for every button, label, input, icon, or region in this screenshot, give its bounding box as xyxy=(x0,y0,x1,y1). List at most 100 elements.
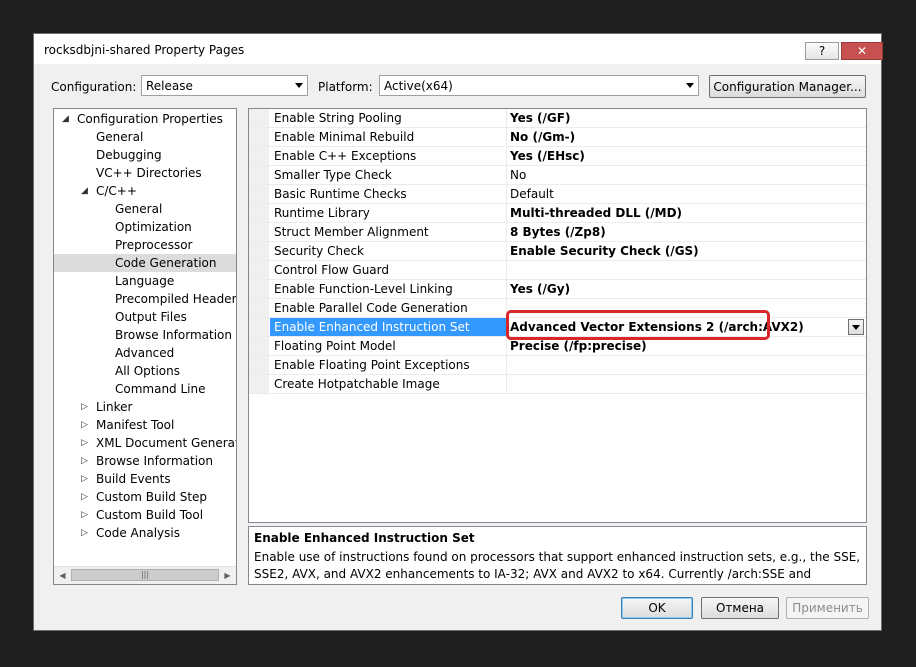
row-gutter xyxy=(249,223,269,241)
tree-item-label: C/C++ xyxy=(96,184,137,198)
property-row[interactable]: Enable Floating Point Exceptions xyxy=(249,356,866,375)
tree-item[interactable]: ◢ C/C++ xyxy=(54,182,236,200)
tree-item-label: Optimization xyxy=(115,220,192,234)
column-divider xyxy=(506,375,507,393)
collapsed-arrow-icon[interactable]: ▷ xyxy=(81,398,91,416)
property-value: Default xyxy=(510,187,554,201)
scroll-thumb[interactable]: ||| xyxy=(71,569,219,581)
tree-item[interactable]: General xyxy=(54,128,236,146)
help-button[interactable]: ? xyxy=(805,42,839,60)
tree-item[interactable]: Output Files xyxy=(54,308,236,326)
tree-item[interactable]: Code Generation xyxy=(54,254,236,272)
scroll-left-icon[interactable]: ◀ xyxy=(54,567,71,584)
property-value: Enable Security Check (/GS) xyxy=(510,244,699,258)
collapsed-arrow-icon[interactable]: ▷ xyxy=(81,488,91,506)
tree-item[interactable]: Language xyxy=(54,272,236,290)
title-bar[interactable]: rocksdbjni-shared Property Pages ? ✕ xyxy=(34,34,883,64)
property-name: Create Hotpatchable Image xyxy=(274,377,440,391)
tree-item-label: XML Document Generator xyxy=(96,436,237,450)
collapsed-arrow-icon[interactable]: ▷ xyxy=(81,434,91,452)
column-divider xyxy=(506,204,507,222)
apply-button[interactable]: Применить xyxy=(786,597,869,619)
category-tree[interactable]: ◢ Configuration Properties General Debuggin… xyxy=(53,108,237,585)
column-divider xyxy=(506,109,507,127)
collapsed-arrow-icon[interactable]: ▷ xyxy=(81,470,91,488)
row-gutter xyxy=(249,261,269,279)
tree-item[interactable]: ▷ Linker xyxy=(54,398,236,416)
tree-item[interactable]: Advanced xyxy=(54,344,236,362)
collapsed-arrow-icon[interactable]: ▷ xyxy=(81,506,91,524)
property-value: No (/Gm-) xyxy=(510,130,576,144)
property-row[interactable]: Runtime Library Multi-threaded DLL (/MD) xyxy=(249,204,866,223)
row-gutter xyxy=(249,147,269,165)
tree-item[interactable]: Optimization xyxy=(54,218,236,236)
column-divider xyxy=(506,337,507,355)
row-gutter xyxy=(249,375,269,393)
property-row[interactable]: Enable Minimal Rebuild No (/Gm-) xyxy=(249,128,866,147)
property-name: Enable C++ Exceptions xyxy=(274,149,417,163)
property-value: Multi-threaded DLL (/MD) xyxy=(510,206,683,220)
tree-item[interactable]: ▷ Manifest Tool xyxy=(54,416,236,434)
column-divider xyxy=(506,128,507,146)
tree-item-label: Build Events xyxy=(96,472,171,486)
property-value: No xyxy=(510,168,527,182)
property-row[interactable]: Security Check Enable Security Check (/GS… xyxy=(249,242,866,261)
column-divider xyxy=(506,147,507,165)
tree-item[interactable]: Debugging xyxy=(54,146,236,164)
tree-item[interactable]: ▷ Code Analysis xyxy=(54,524,236,542)
tree-horizontal-scrollbar[interactable]: ◀ ||| ▶ xyxy=(54,566,236,584)
collapsed-arrow-icon[interactable]: ▷ xyxy=(81,416,91,434)
tree-item-label: Browse Information xyxy=(96,454,213,468)
tree-item[interactable]: ◢ Configuration Properties xyxy=(54,110,236,128)
tree-item[interactable]: VC++ Directories xyxy=(54,164,236,182)
value-dropdown-button[interactable] xyxy=(848,319,864,335)
property-row[interactable]: Enable C++ Exceptions Yes (/EHsc) xyxy=(249,147,866,166)
property-row[interactable]: Enable Function-Level Linking Yes (/Gy) xyxy=(249,280,866,299)
collapsed-arrow-icon[interactable]: ▷ xyxy=(81,524,91,542)
tree-item[interactable]: ▷ Build Events xyxy=(54,470,236,488)
tree-item-label: Browse Information xyxy=(115,328,232,342)
collapsed-arrow-icon[interactable]: ▷ xyxy=(81,452,91,470)
expanded-arrow-icon[interactable]: ◢ xyxy=(81,182,91,200)
tree-item-label: Debugging xyxy=(96,148,162,162)
tree-item[interactable]: General xyxy=(54,200,236,218)
tree-item-label: Output Files xyxy=(115,310,187,324)
property-row[interactable]: Enable String Pooling Yes (/GF) xyxy=(249,109,866,128)
platform-select[interactable]: Active(x64) xyxy=(379,75,699,96)
cancel-button[interactable]: Отмена xyxy=(701,597,779,619)
property-name: Enable Enhanced Instruction Set xyxy=(274,320,470,334)
property-row[interactable]: Create Hotpatchable Image xyxy=(249,375,866,394)
tree-item-label: Manifest Tool xyxy=(96,418,175,432)
tree-item[interactable]: Browse Information xyxy=(54,326,236,344)
tree-item[interactable]: Preprocessor xyxy=(54,236,236,254)
row-gutter xyxy=(249,337,269,355)
tree-item[interactable]: ▷ Custom Build Tool xyxy=(54,506,236,524)
property-pages-dialog: rocksdbjni-shared Property Pages ? ✕ Con… xyxy=(33,33,883,631)
configuration-manager-button[interactable]: Configuration Manager... xyxy=(709,75,866,98)
expanded-arrow-icon[interactable]: ◢ xyxy=(62,110,72,128)
property-row[interactable]: Smaller Type Check No xyxy=(249,166,866,185)
property-name: Enable Floating Point Exceptions xyxy=(274,358,470,372)
property-row[interactable]: Struct Member Alignment 8 Bytes (/Zp8) xyxy=(249,223,866,242)
property-row[interactable]: Control Flow Guard xyxy=(249,261,866,280)
tree-item[interactable]: ▷ XML Document Generator xyxy=(54,434,236,452)
tree-item[interactable]: ▷ Custom Build Step xyxy=(54,488,236,506)
tree-item[interactable]: Precompiled Headers xyxy=(54,290,236,308)
scroll-right-icon[interactable]: ▶ xyxy=(219,567,236,584)
property-value: Precise (/fp:precise) xyxy=(510,339,647,353)
property-row[interactable]: Basic Runtime Checks Default xyxy=(249,185,866,204)
platform-label: Platform: xyxy=(318,80,373,94)
tree-item-label: Precompiled Headers xyxy=(115,292,237,306)
close-button[interactable]: ✕ xyxy=(841,42,883,60)
ok-button[interactable]: OK xyxy=(621,597,693,619)
property-name: Struct Member Alignment xyxy=(274,225,429,239)
property-name: Basic Runtime Checks xyxy=(274,187,407,201)
configuration-select[interactable]: Release xyxy=(141,75,308,96)
tree-item-label: Command Line xyxy=(115,382,206,396)
tree-item[interactable]: ▷ Browse Information xyxy=(54,452,236,470)
row-gutter xyxy=(249,318,269,336)
tree-item[interactable]: Command Line xyxy=(54,380,236,398)
tree-item-label: All Options xyxy=(115,364,180,378)
tree-item[interactable]: All Options xyxy=(54,362,236,380)
platform-value: Active(x64) xyxy=(384,79,453,93)
